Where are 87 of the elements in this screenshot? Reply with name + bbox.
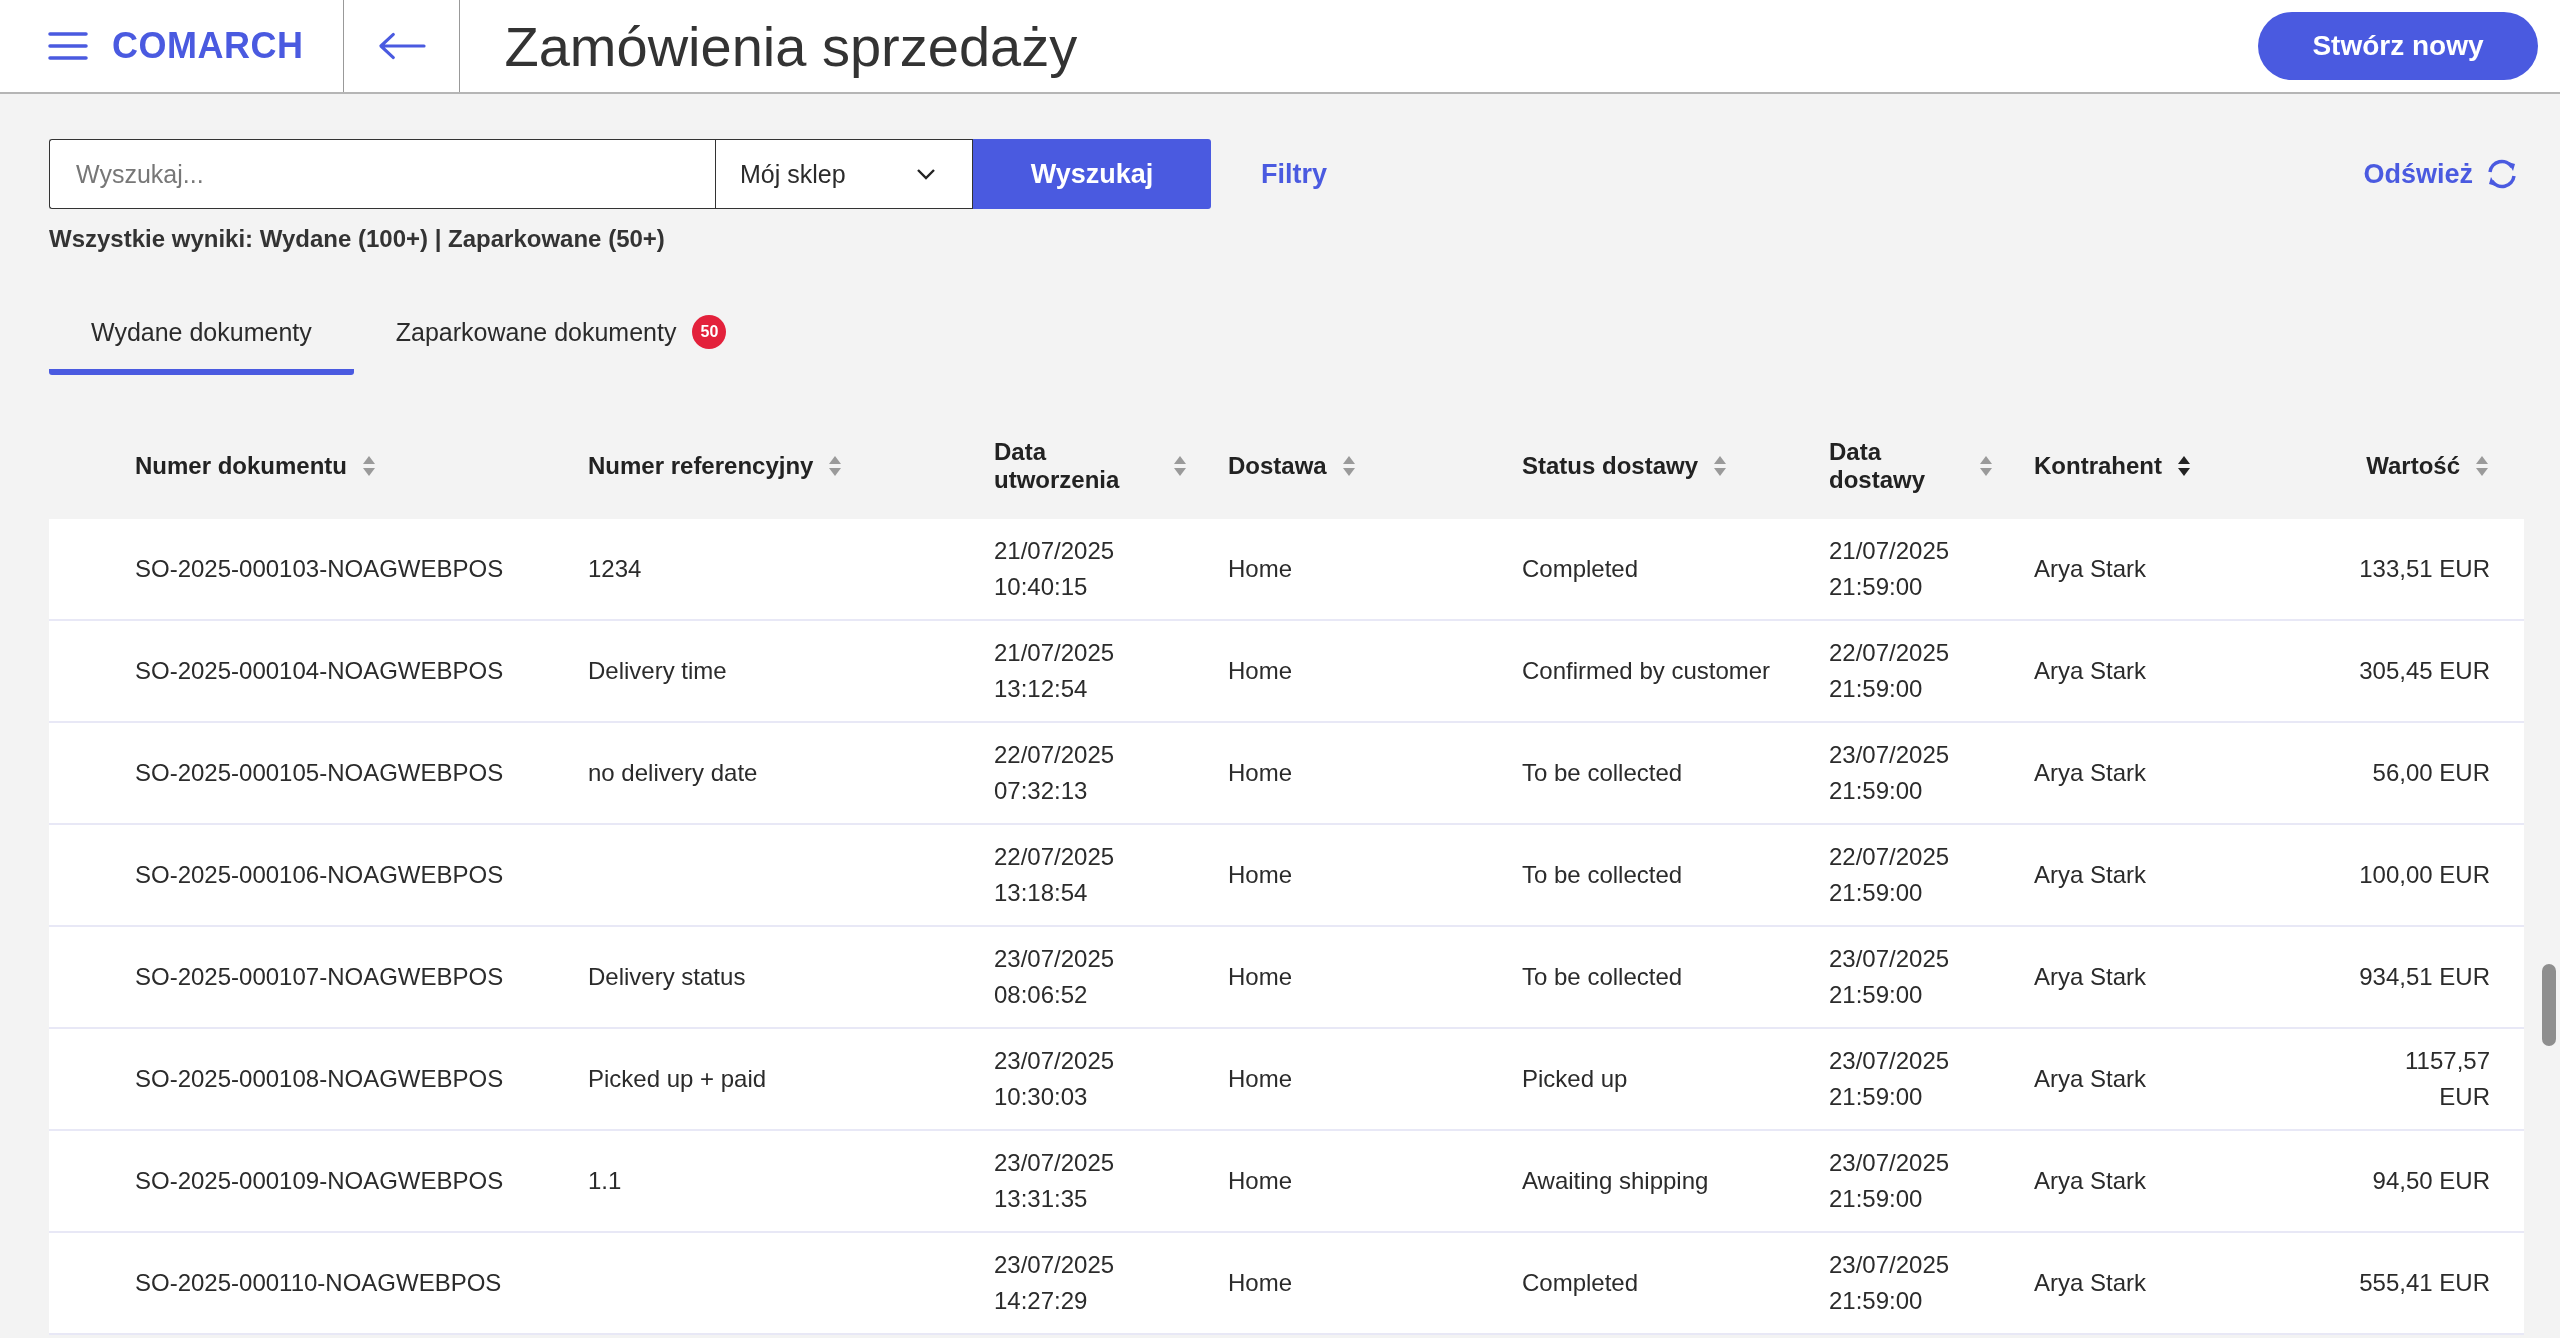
customer-name: Arya Stark <box>2034 1269 2147 1296</box>
delivery-method: Home <box>1228 759 1293 786</box>
store-dropdown[interactable]: Mój sklep <box>715 139 973 209</box>
delivery-method: Home <box>1228 555 1293 582</box>
delivery-method: Home <box>1228 861 1293 888</box>
customer-name: Arya Stark <box>2034 1065 2147 1092</box>
document-number: SO-2025-000104-NOAGWEBPOS <box>135 657 504 684</box>
delivery-status: Confirmed by customer <box>1522 657 1771 684</box>
back-arrow-icon[interactable] <box>378 31 426 61</box>
delivery-status: To be collected <box>1522 963 1683 990</box>
delivery-date: 21/07/2025 21:59:00 <box>1829 536 1951 602</box>
column-header[interactable]: Status dostawy <box>1522 452 1699 480</box>
delivery-date: 23/07/2025 21:59:00 <box>1829 1046 1951 1112</box>
search-field[interactable]: Wyszukaj... <box>49 139 715 209</box>
order-value: 133,51 EUR <box>2359 554 2490 584</box>
created-date: 21/07/2025 10:40:15 <box>994 536 1116 602</box>
document-number: SO-2025-000106-NOAGWEBPOS <box>135 861 504 888</box>
customer-name: Arya Stark <box>2034 861 2147 888</box>
delivery-status: To be collected <box>1522 759 1683 786</box>
filters-link[interactable]: Filtry <box>1261 158 1327 190</box>
created-date: 22/07/2025 07:32:13 <box>994 740 1116 806</box>
column-header[interactable]: Numer dokumentu <box>135 452 347 480</box>
delivery-method: Home <box>1228 1269 1293 1296</box>
tab[interactable]: Zaparkowane dokumenty 50 <box>353 315 769 375</box>
order-value: 94,50 EUR <box>2372 1166 2490 1196</box>
order-value: 555,41 EUR <box>2359 1268 2490 1298</box>
order-value: 1157,57 EUR <box>2404 1046 2490 1112</box>
column-header[interactable]: Kontrahent <box>2034 452 2162 480</box>
column-header[interactable]: Data dostawy <box>1829 438 1969 494</box>
delivery-status: Completed <box>1522 1269 1639 1296</box>
sort-icon[interactable] <box>2176 454 2192 478</box>
scrollbar-thumb[interactable] <box>2542 964 2556 1046</box>
delivery-method: Home <box>1228 1065 1293 1092</box>
delivery-method: Home <box>1228 657 1293 684</box>
created-date: 23/07/2025 10:30:03 <box>994 1046 1116 1112</box>
column-header[interactable]: Dostawa <box>1228 452 1327 480</box>
delivery-status: Picked up <box>1522 1065 1628 1092</box>
column-header[interactable]: Wartość <box>2366 452 2460 480</box>
delivery-date: 22/07/2025 21:59:00 <box>1829 842 1951 908</box>
reference-number: Picked up + paid <box>588 1065 767 1092</box>
created-date: 21/07/2025 13:12:54 <box>994 638 1116 704</box>
order-value: 100,00 EUR <box>2359 860 2490 890</box>
column-header[interactable]: Data utworzenia <box>994 438 1134 494</box>
customer-name: Arya Stark <box>2034 1167 2147 1194</box>
search-button[interactable]: Wyszukaj <box>973 139 1211 209</box>
create-new-button[interactable]: Stwórz nowy <box>2258 12 2538 80</box>
page-title: Zamówienia sprzedaży <box>504 13 1079 79</box>
document-number: SO-2025-000103-NOAGWEBPOS <box>135 555 504 582</box>
created-date: 23/07/2025 08:06:52 <box>994 944 1116 1010</box>
delivery-status: Completed <box>1522 555 1639 582</box>
reference-number: Delivery time <box>588 657 727 684</box>
reference-number: 1234 <box>588 555 642 582</box>
column-header[interactable]: Numer referencyjny <box>588 452 814 480</box>
results-summary: Wszystkie wyniki: Wydane (100+) | Zaparkowane (50+) <box>49 225 666 253</box>
chevron-down-icon <box>916 168 936 180</box>
delivery-date: 22/07/2025 21:59:00 <box>1829 638 1951 704</box>
order-value: 934,51 EUR <box>2359 962 2490 992</box>
delivery-date: 23/07/2025 21:59:00 <box>1829 944 1951 1010</box>
refresh-button[interactable]: Odśwież <box>2363 158 2521 190</box>
created-date: 22/07/2025 13:18:54 <box>994 842 1116 908</box>
logo: COMARCH <box>112 25 304 67</box>
created-date: 23/07/2025 13:31:35 <box>994 1148 1116 1214</box>
reference-number: no delivery date <box>588 759 758 786</box>
order-value: 56,00 EUR <box>2372 758 2490 788</box>
tab[interactable]: Wydane dokumenty <box>49 315 354 375</box>
created-date: 23/07/2025 14:27:29 <box>994 1250 1116 1316</box>
customer-name: Arya Stark <box>2034 759 2147 786</box>
reference-number: 1.1 <box>588 1167 622 1194</box>
customer-name: Arya Stark <box>2034 963 2147 990</box>
delivery-date: 23/07/2025 21:59:00 <box>1829 1250 1951 1316</box>
customer-name: Arya Stark <box>2034 657 2147 684</box>
count-badge: 50 <box>692 315 727 349</box>
document-number: SO-2025-000109-NOAGWEBPOS <box>135 1167 504 1194</box>
document-number: SO-2025-000105-NOAGWEBPOS <box>135 759 504 786</box>
document-number: SO-2025-000107-NOAGWEBPOS <box>135 963 504 990</box>
delivery-date: 23/07/2025 21:59:00 <box>1829 740 1951 806</box>
order-value: 305,45 EUR <box>2359 656 2490 686</box>
menu-icon[interactable] <box>48 30 88 62</box>
delivery-method: Home <box>1228 1167 1293 1194</box>
document-number: SO-2025-000110-NOAGWEBPOS <box>135 1269 502 1296</box>
delivery-status: Awaiting shipping <box>1522 1167 1709 1194</box>
delivery-method: Home <box>1228 963 1293 990</box>
customer-name: Arya Stark <box>2034 555 2147 582</box>
delivery-date: 23/07/2025 21:59:00 <box>1829 1148 1951 1214</box>
document-number: SO-2025-000108-NOAGWEBPOS <box>135 1065 504 1092</box>
delivery-status: To be collected <box>1522 861 1683 888</box>
reference-number: Delivery status <box>588 963 746 990</box>
